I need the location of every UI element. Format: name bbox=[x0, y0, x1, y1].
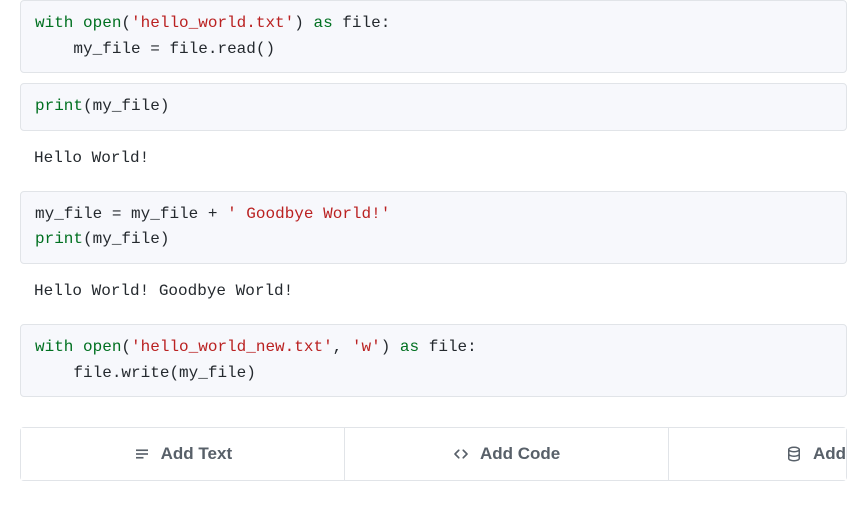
code-token: + bbox=[208, 205, 218, 223]
code-cell[interactable]: with open('hello_world_new.txt', 'w') as… bbox=[20, 324, 847, 397]
code-token: read bbox=[217, 40, 255, 58]
code-token: my_file bbox=[93, 97, 160, 115]
code-token: file bbox=[342, 14, 380, 32]
code-token: open bbox=[83, 14, 121, 32]
code-token: 'hello_world.txt' bbox=[131, 14, 294, 32]
add-data-button[interactable]: Add bbox=[669, 428, 847, 480]
add-code-button[interactable]: Add Code bbox=[345, 428, 669, 480]
code-token: : bbox=[381, 14, 391, 32]
code-token: open bbox=[83, 338, 121, 356]
code-token: ' Goodbye World!' bbox=[227, 205, 390, 223]
code-brackets-icon bbox=[452, 445, 470, 463]
code-token: with bbox=[35, 338, 73, 356]
code-cell[interactable]: my_file = my_file + ' Goodbye World!' pr… bbox=[20, 191, 847, 264]
code-token: ( bbox=[121, 14, 131, 32]
code-token: ) bbox=[246, 364, 256, 382]
code-token: ( bbox=[83, 97, 93, 115]
code-cell[interactable]: with open('hello_world.txt') as file: my… bbox=[20, 0, 847, 73]
code-token: ( bbox=[169, 364, 179, 382]
code-token: print bbox=[35, 230, 83, 248]
code-token: ( bbox=[83, 230, 93, 248]
code-cell[interactable]: print(my_file) bbox=[20, 83, 847, 131]
code-token: my_file bbox=[73, 40, 140, 58]
code-token: ) bbox=[381, 338, 391, 356]
code-token: write bbox=[121, 364, 169, 382]
add-text-button[interactable]: Add Text bbox=[21, 428, 345, 480]
code-token: 'w' bbox=[352, 338, 381, 356]
code-token: as bbox=[313, 14, 332, 32]
add-data-label: Add bbox=[813, 444, 846, 464]
output-cell: Hello World! Goodbye World! bbox=[20, 274, 847, 314]
code-token: 'hello_world_new.txt' bbox=[131, 338, 333, 356]
code-token: file bbox=[169, 40, 207, 58]
code-token: as bbox=[400, 338, 419, 356]
code-token: my_file bbox=[179, 364, 246, 382]
code-token: my_file bbox=[93, 230, 160, 248]
code-token: ( bbox=[121, 338, 131, 356]
add-code-label: Add Code bbox=[480, 444, 560, 464]
code-token: ) bbox=[294, 14, 304, 32]
output-cell: Hello World! bbox=[20, 141, 847, 181]
code-token: my_file bbox=[35, 205, 102, 223]
code-token: = bbox=[112, 205, 122, 223]
code-token: . bbox=[112, 364, 122, 382]
code-token: () bbox=[256, 40, 275, 58]
code-token: ) bbox=[160, 230, 170, 248]
notebook-toolbar: Add Text Add Code Add bbox=[20, 427, 847, 481]
code-token: file bbox=[429, 338, 467, 356]
code-token: my_file bbox=[131, 205, 198, 223]
add-text-label: Add Text bbox=[161, 444, 232, 464]
code-token: with bbox=[35, 14, 73, 32]
code-token: : bbox=[467, 338, 477, 356]
text-lines-icon bbox=[133, 445, 151, 463]
code-token: , bbox=[333, 338, 343, 356]
code-token: = bbox=[150, 40, 160, 58]
code-token: file bbox=[73, 364, 111, 382]
code-token: ) bbox=[160, 97, 170, 115]
code-token: print bbox=[35, 97, 83, 115]
database-icon bbox=[785, 445, 803, 463]
notebook-cells: with open('hello_world.txt') as file: my… bbox=[0, 0, 867, 397]
